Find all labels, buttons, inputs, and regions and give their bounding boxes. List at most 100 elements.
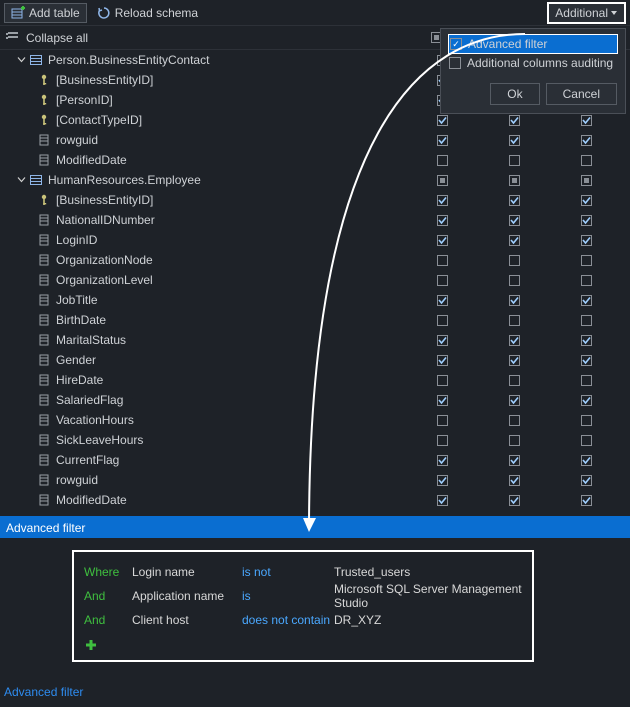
checkbox[interactable] [406,335,478,346]
cancel-button[interactable]: Cancel [546,83,617,105]
filter-field[interactable]: Client host [132,613,242,627]
checkbox[interactable] [550,455,622,466]
checkbox[interactable] [478,455,550,466]
column-row[interactable]: [BusinessEntityID] [0,190,630,210]
checkbox[interactable] [478,195,550,206]
filter-field[interactable]: Login name [132,565,242,579]
column-row[interactable]: LoginID [0,230,630,250]
checkbox[interactable] [550,255,622,266]
checkbox[interactable] [406,235,478,246]
checkbox[interactable] [406,455,478,466]
checkbox[interactable] [406,315,478,326]
checkbox[interactable] [478,175,550,186]
checkbox[interactable] [478,355,550,366]
checkbox[interactable] [406,155,478,166]
expand-toggle[interactable] [14,173,28,187]
column-row[interactable]: CurrentFlag [0,450,630,470]
add-table-button[interactable]: Add table [4,3,87,23]
filter-condition-row[interactable]: AndClient hostdoes not containDR_XYZ [84,608,522,632]
checkbox[interactable] [550,435,622,446]
checkbox[interactable] [550,115,622,126]
checkbox[interactable] [406,495,478,506]
column-row[interactable]: BirthDate [0,310,630,330]
checkbox[interactable] [478,375,550,386]
filter-conjunction[interactable]: Where [84,565,132,579]
checkbox[interactable] [406,295,478,306]
checkbox[interactable] [550,235,622,246]
checkbox[interactable] [406,375,478,386]
column-row[interactable]: NationalIDNumber [0,210,630,230]
checkbox[interactable] [550,415,622,426]
checkbox[interactable] [406,175,478,186]
checkbox[interactable] [550,215,622,226]
column-row[interactable]: Gender [0,350,630,370]
checkbox[interactable] [406,415,478,426]
column-row[interactable]: SickLeaveHours [0,430,630,450]
checkbox[interactable] [478,495,550,506]
reload-schema-button[interactable]: Reload schema [91,4,204,22]
checkbox[interactable] [406,355,478,366]
filter-field[interactable]: Application name [132,589,242,603]
filter-value[interactable]: Microsoft SQL Server Management Studio [334,582,522,610]
checkbox[interactable] [478,115,550,126]
checkbox[interactable] [478,155,550,166]
column-row[interactable]: SalariedFlag [0,390,630,410]
checkbox[interactable] [478,135,550,146]
checkbox[interactable] [406,215,478,226]
column-row[interactable]: rowguid [0,470,630,490]
filter-condition-row[interactable]: WhereLogin nameis notTrusted_users [84,560,522,584]
column-row[interactable]: ModifiedDate [0,490,630,510]
checkbox[interactable] [478,395,550,406]
checkbox[interactable] [478,315,550,326]
checkbox[interactable] [550,375,622,386]
checkbox[interactable] [406,475,478,486]
checkbox[interactable] [406,255,478,266]
checkbox[interactable] [478,255,550,266]
add-filter-button[interactable] [84,632,522,656]
filter-conjunction[interactable]: And [84,613,132,627]
column-row[interactable]: MaritalStatus [0,330,630,350]
filter-operator[interactable]: is [242,589,334,603]
checkbox[interactable] [550,135,622,146]
column-row[interactable]: ModifiedDate [0,150,630,170]
checkbox[interactable] [550,315,622,326]
checkbox[interactable] [550,395,622,406]
checkbox[interactable] [406,115,478,126]
table-row[interactable]: HumanResources.Employee [0,170,630,190]
checkbox[interactable] [550,155,622,166]
checkbox[interactable] [406,435,478,446]
checkbox[interactable] [406,395,478,406]
column-row[interactable]: rowguid [0,130,630,150]
additional-dropdown-button[interactable]: Additional [547,2,626,24]
column-row[interactable]: OrganizationNode [0,250,630,270]
checkbox[interactable] [550,475,622,486]
advanced-filter-link[interactable]: Advanced filter [4,685,83,699]
checkbox[interactable] [478,435,550,446]
checkbox[interactable] [406,195,478,206]
checkbox[interactable] [478,215,550,226]
filter-value[interactable]: Trusted_users [334,565,522,579]
checkbox[interactable] [550,355,622,366]
checkbox[interactable] [406,275,478,286]
checkbox[interactable] [550,195,622,206]
checkbox[interactable] [478,235,550,246]
checkbox[interactable] [406,135,478,146]
column-row[interactable]: JobTitle [0,290,630,310]
checkbox[interactable] [478,335,550,346]
column-row[interactable]: OrganizationLevel [0,270,630,290]
expand-toggle[interactable] [14,53,28,67]
filter-conjunction[interactable]: And [84,589,132,603]
popup-item-additional-auditing[interactable]: Additional columns auditing [449,53,617,73]
filter-operator[interactable]: is not [242,565,334,579]
checkbox[interactable] [550,275,622,286]
checkbox[interactable] [478,475,550,486]
checkbox[interactable] [478,415,550,426]
column-row[interactable]: VacationHours [0,410,630,430]
ok-button[interactable]: Ok [490,83,539,105]
filter-operator[interactable]: does not contain [242,613,334,627]
checkbox[interactable] [550,495,622,506]
checkbox[interactable] [550,335,622,346]
checkbox[interactable] [550,295,622,306]
checkbox[interactable] [478,275,550,286]
column-row[interactable]: HireDate [0,370,630,390]
